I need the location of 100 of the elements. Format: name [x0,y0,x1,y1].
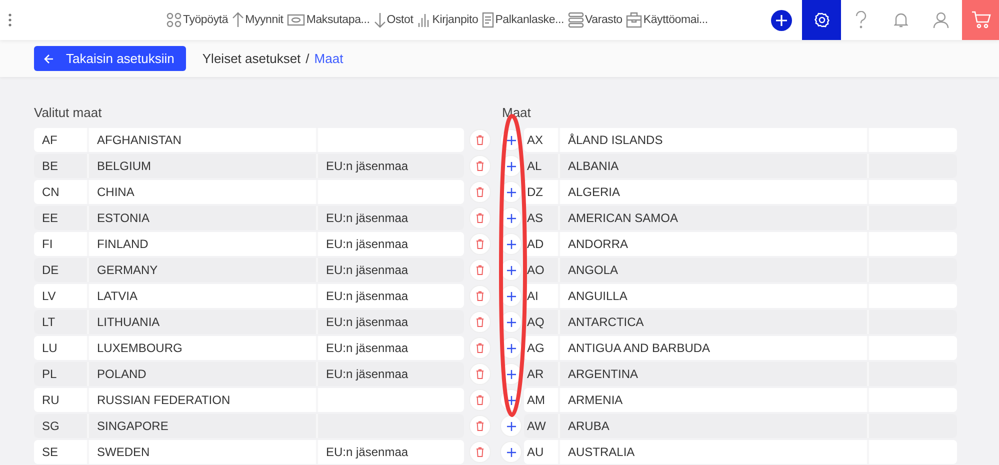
country-name: GERMANY [97,263,158,277]
nav-link[interactable]: Työpöytä [166,12,228,28]
delete-button[interactable] [469,311,491,333]
country-name: FINLAND [97,237,148,251]
add-button[interactable] [500,415,522,437]
settings-button[interactable] [802,0,841,40]
country-code: DZ [527,185,543,199]
nav-link[interactable]: Kirjanpito [417,12,478,28]
arrow-down-icon [374,12,386,28]
country-name: AUSTRALIA [568,445,635,459]
country-name: RUSSIAN FEDERATION [97,393,230,407]
delete-button[interactable] [469,389,491,411]
delete-button[interactable] [469,259,491,281]
shopping-cart-button[interactable] [962,0,999,40]
document-icon [482,12,494,28]
nav-link[interactable]: Myynnit [232,12,284,28]
country-name: SWEDEN [97,445,150,459]
settings-icon [814,12,830,28]
trash-icon [476,343,484,353]
country-name: ARUBA [568,419,610,433]
country-code: SG [42,419,60,433]
card-icon [287,13,306,27]
arrow-left-icon [44,54,54,64]
trash-icon [476,213,484,223]
membership-note: EU:n jäsenmaa [326,159,408,173]
plus-icon [506,422,516,430]
country-name: ESTONIA [97,211,150,225]
briefcase-icon [626,12,642,28]
country-code: EE [42,211,58,225]
country-code: LU [42,341,58,355]
nav-link[interactable]: Palkanlaske... [482,12,564,28]
country-code: AI [527,289,538,303]
plus-icon [506,318,516,326]
country-name: ANTARCTICA [568,315,644,329]
country-name: ARMENIA [568,393,623,407]
country-code: AR [527,367,544,381]
circles-icon [166,12,182,28]
delete-button[interactable] [469,415,491,437]
delete-button[interactable] [469,233,491,255]
delete-button[interactable] [469,181,491,203]
country-code: AG [527,341,544,355]
country-name: CHINA [97,185,134,199]
nav-link[interactable]: Käyttöomai... [626,12,708,28]
membership-note: EU:n jäsenmaa [326,263,408,277]
trash-icon [476,187,484,197]
breadcrumb-link[interactable]: Yleiset asetukset [202,51,301,66]
country-name: POLAND [97,367,146,381]
country-name: ARGENTINA [568,367,638,381]
back-button[interactable]: Takaisin asetuksiin [34,46,186,71]
nav-link[interactable]: Ostot [374,12,414,28]
country-name: ANGUILLA [568,289,628,303]
nav-link[interactable]: Maksutapa... [287,13,370,27]
country-code: FI [42,237,53,251]
nav-link[interactable]: Varasto [568,12,622,28]
country-code: LV [42,289,56,303]
country-name: ALGERIA [568,185,620,199]
country-code: PL [42,367,57,381]
plus-icon [506,266,516,274]
bar-chart-icon [417,12,432,28]
country-code: DE [42,263,59,277]
country-code: AU [527,445,544,459]
breadcrumb-current: Maat [314,51,344,66]
section-heading: Valitut maat [34,104,103,120]
trash-icon [476,317,484,327]
country-name: BELGIUM [97,159,152,173]
plus-icon [506,448,516,456]
country-code: AM [527,393,545,407]
add-button[interactable] [771,10,792,30]
membership-note: EU:n jäsenmaa [326,211,408,225]
country-code: RU [42,393,60,407]
membership-note: EU:n jäsenmaa [326,315,408,329]
delete-button[interactable] [469,155,491,177]
delete-button[interactable] [469,129,491,151]
delete-button[interactable] [469,285,491,307]
membership-note: EU:n jäsenmaa [326,237,408,251]
country-code: AW [527,419,546,433]
delete-button[interactable] [469,207,491,229]
breadcrumb-separator: / [306,51,310,66]
country-code: SE [42,445,58,459]
trash-icon [476,161,484,171]
kebab-menu-icon[interactable] [8,13,12,27]
delete-button[interactable] [469,441,491,463]
country-name: ANTIGUA AND BARBUDA [568,341,710,355]
membership-note: EU:n jäsenmaa [326,341,408,355]
add-button[interactable] [500,441,522,463]
country-name: ÅLAND ISLANDS [568,133,663,147]
country-code: LT [42,315,56,329]
country-name: ANDORRA [568,237,628,251]
plus-icon [506,344,516,352]
country-name: LITHUANIA [97,315,160,329]
country-name: AFGHANISTAN [97,133,182,147]
plus-icon [506,396,516,404]
cart-icon [970,11,990,29]
country-code: AX [527,133,544,147]
country-name: ALBANIA [568,159,619,173]
delete-button[interactable] [469,337,491,359]
country-code: CN [42,185,60,199]
stack-icon [568,12,584,28]
delete-button[interactable] [469,363,491,385]
country-code: BE [42,159,58,173]
